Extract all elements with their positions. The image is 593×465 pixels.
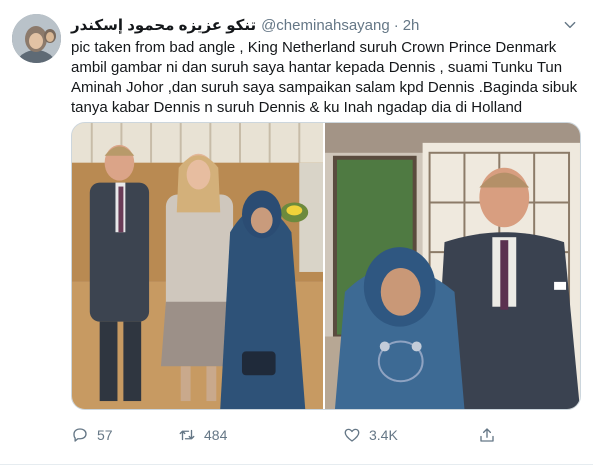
tweet-text-line: pic taken from bad angle , King Netherla…	[71, 39, 557, 56]
reply-icon	[73, 428, 87, 442]
tweet-text-line: Aminah Johor ,dan suruh saya sampaikan s…	[71, 79, 578, 96]
tweet-header: تنكو عزيزه محمود إسكندر @cheminahsayang …	[71, 15, 419, 35]
tweet[interactable]: تنكو عزيزه محمود إسكندر @cheminahsayang …	[0, 0, 593, 465]
like-button[interactable]: 3.4K	[343, 426, 398, 444]
tweet-text-line: ambil gambar ni dan suruh saya hantar ke…	[71, 59, 563, 76]
retweet-button[interactable]: 484	[178, 426, 227, 444]
share-button[interactable]	[478, 426, 504, 444]
photo-image	[72, 123, 324, 409]
user-handle[interactable]: @cheminahsayang	[261, 17, 390, 34]
reply-button[interactable]: 57	[71, 426, 113, 444]
tweet-timestamp[interactable]: 2h	[403, 17, 420, 34]
tweet-actions: 57 484 3.4K	[71, 424, 511, 446]
tweet-text: pic taken from bad angle , King Netherla…	[71, 38, 581, 118]
separator-dot: ·	[393, 16, 399, 34]
photo-2[interactable]	[325, 123, 580, 409]
chevron-down-icon[interactable]	[561, 16, 579, 34]
reply-count: 57	[97, 427, 113, 443]
avatar[interactable]	[12, 14, 61, 63]
photo-image	[325, 123, 580, 409]
share-icon	[480, 428, 494, 442]
display-name[interactable]: تنكو عزيزه محمود إسكندر	[71, 16, 256, 34]
tweet-media	[71, 122, 581, 410]
retweet-count: 484	[204, 427, 228, 443]
photo-1[interactable]	[72, 123, 326, 409]
like-count: 3.4K	[369, 427, 398, 443]
heart-icon	[344, 428, 360, 442]
retweet-icon	[179, 429, 195, 441]
tweet-text-line: tanya kabar Dennis n suruh Dennis & ku I…	[71, 99, 523, 116]
avatar-image	[12, 14, 61, 63]
